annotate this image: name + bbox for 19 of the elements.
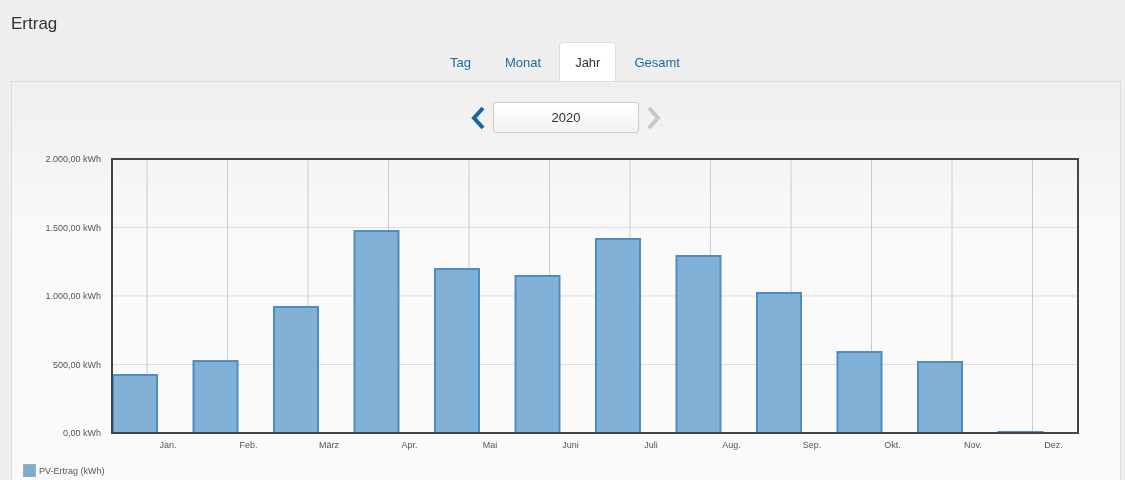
x-axis-label: Nov. <box>964 440 982 450</box>
y-axis-label: 0,00 kWh <box>62 428 101 438</box>
y-axis-label: 500,00 kWh <box>52 359 101 370</box>
x-axis-label: Feb. <box>239 440 258 450</box>
x-axis-label: Okt. <box>884 440 901 450</box>
legend-label: PV-Ertrag (kWh) <box>39 465 105 476</box>
x-axis-label: Juli <box>644 440 658 450</box>
y-axis-label: 1.500,00 kWh <box>45 222 101 233</box>
x-axis-label: Aug. <box>722 440 741 450</box>
x-axis-label: Dez. <box>1044 440 1063 450</box>
x-axis-label: März <box>319 440 339 450</box>
y-axis-label: 2.000,00 kWh <box>45 154 101 164</box>
x-axis-label: Juni <box>562 440 579 450</box>
x-axis-label: Apr. <box>401 440 418 450</box>
x-axis-label: Sep. <box>802 440 822 450</box>
page-title: Ertrag <box>11 14 58 34</box>
x-axis-label: Jan. <box>159 440 177 450</box>
y-axis-label: 1.000,00 kWh <box>45 291 101 301</box>
x-axis-label: Mai <box>482 440 498 450</box>
